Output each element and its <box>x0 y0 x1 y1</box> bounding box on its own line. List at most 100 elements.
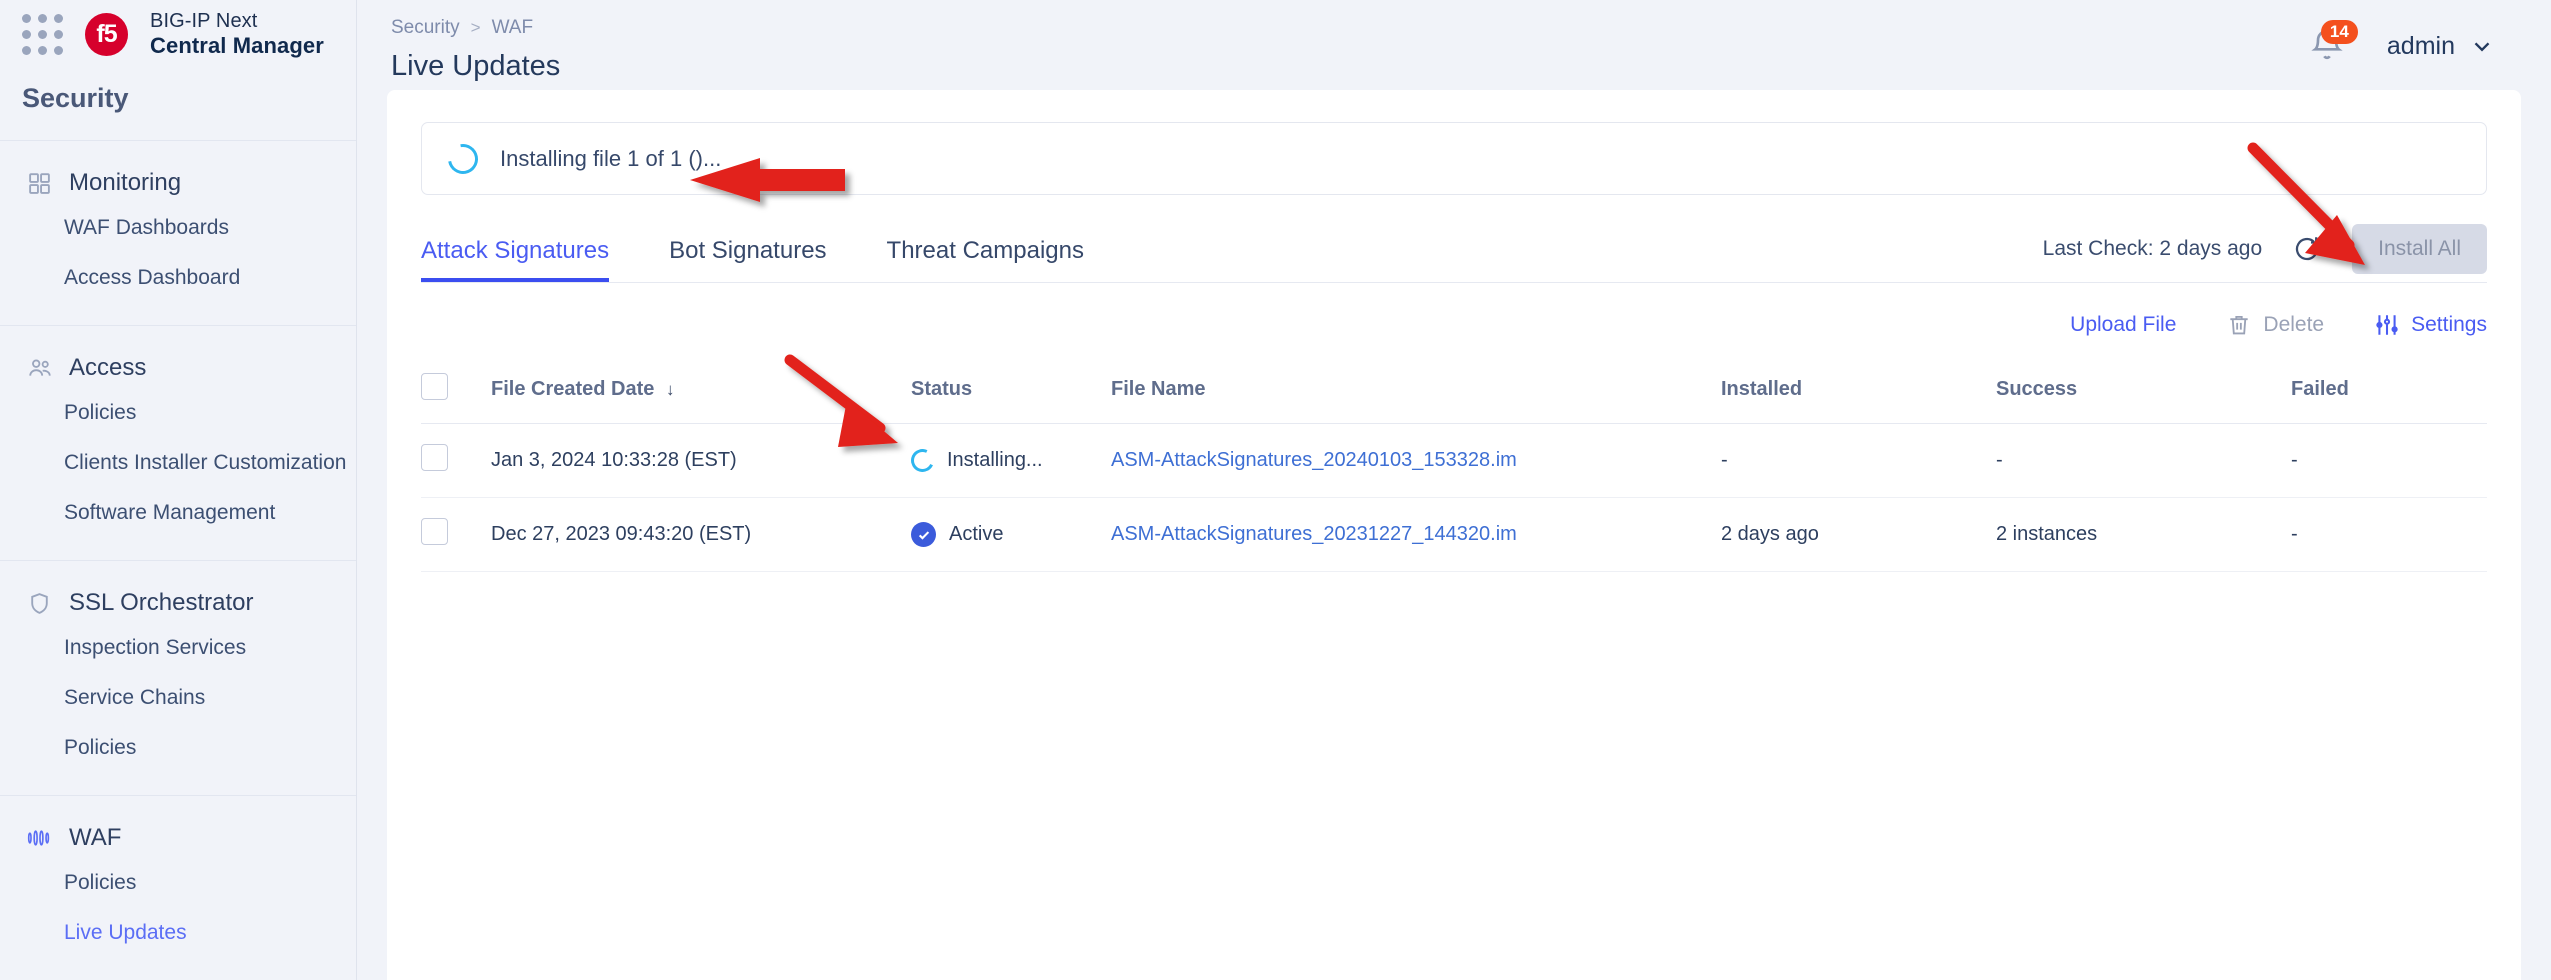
user-name: admin <box>2386 31 2455 60</box>
table-body: Jan 3, 2024 10:33:28 (EST) Installing...… <box>421 423 2487 572</box>
row-installed: 2 days ago <box>1721 497 1996 572</box>
column-file-name[interactable]: File Name <box>1111 373 1721 424</box>
dashboard-grid-icon <box>26 170 53 197</box>
status-badge: Active <box>911 522 1111 547</box>
sidebar-item-label: Monitoring <box>69 169 182 196</box>
sidebar-item-ssl-orchestrator[interactable]: SSL Orchestrator <box>0 583 356 623</box>
install-progress-banner: Installing file 1 of 1 ()... <box>421 122 2487 195</box>
refresh-button[interactable] <box>2290 232 2324 266</box>
row-checkbox[interactable] <box>421 518 448 545</box>
notification-count-badge: 14 <box>2320 20 2358 45</box>
sidebar-item-waf-policies[interactable]: Policies <box>0 858 356 908</box>
main-area: Security > WAF Live Updates 14 admin Ins… <box>357 0 2551 980</box>
sidebar-item-clients-installer-customization[interactable]: Clients Installer Customization <box>0 438 356 488</box>
upload-file-button[interactable]: Upload File <box>2070 313 2176 337</box>
table-row[interactable]: Jan 3, 2024 10:33:28 (EST) Installing...… <box>421 423 2487 498</box>
sidebar-group-monitoring: Monitoring WAF Dashboards Access Dashboa… <box>0 140 356 325</box>
delete-button[interactable]: Delete <box>2226 312 2324 338</box>
breadcrumb-waf[interactable]: WAF <box>492 17 534 39</box>
brand-line-1: BIG-IP Next <box>150 9 258 32</box>
breadcrumb-separator-icon: > <box>470 18 481 37</box>
sidebar-item-label: SSL Orchestrator <box>69 589 254 616</box>
top-bar: Security > WAF Live Updates 14 admin <box>357 0 2551 90</box>
loading-spinner-icon <box>442 137 484 180</box>
status-label: Active <box>949 523 1004 545</box>
page-title: Live Updates <box>391 50 561 82</box>
column-success[interactable]: Success <box>1996 373 2291 424</box>
brand-line-2: Central Manager <box>150 33 324 59</box>
sidebar-item-inspection-services[interactable]: Inspection Services <box>0 623 356 673</box>
tab-attack-signatures[interactable]: Attack Signatures <box>421 237 610 282</box>
select-all-header <box>421 373 491 424</box>
app-grid-icon[interactable] <box>22 14 63 55</box>
column-status[interactable]: Status <box>911 373 1111 424</box>
sidebar-group-access: Access Policies Clients Installer Custom… <box>0 325 356 560</box>
loading-spinner-icon <box>907 445 938 476</box>
user-menu[interactable]: admin <box>2387 32 2495 61</box>
row-status-cell: Installing... <box>907 423 1111 498</box>
row-installed: - <box>1721 423 1996 498</box>
sidebar-item-access-policies[interactable]: Policies <box>0 388 356 438</box>
row-date: Jan 3, 2024 10:33:28 (EST) <box>491 423 911 498</box>
top-bar-right: 14 admin <box>2307 0 2551 66</box>
table-header-row: File Created Date ↓ Status File Name Ins… <box>421 373 2487 424</box>
row-status-cell: Active <box>911 497 1111 572</box>
sidebar-item-software-management[interactable]: Software Management <box>0 488 356 538</box>
sidebar-item-waf-dashboards[interactable]: WAF Dashboards <box>0 203 356 253</box>
sidebar-item-service-chains[interactable]: Service Chains <box>0 673 356 723</box>
row-success: 2 instances <box>1996 497 2291 572</box>
sidebar-item-sslo-policies[interactable]: Policies <box>0 723 356 773</box>
row-success: - <box>1996 423 2291 498</box>
live-updates-table: File Created Date ↓ Status File Name Ins… <box>421 373 2487 572</box>
sidebar-item-live-updates[interactable]: Live Updates <box>0 908 356 958</box>
last-check-label: Last Check: 2 days ago <box>2042 237 2263 260</box>
sidebar-item-access[interactable]: Access <box>0 348 356 388</box>
chevron-down-icon <box>2474 42 2490 52</box>
tab-threat-campaigns[interactable]: Threat Campaigns <box>887 237 1084 282</box>
sidebar-item-waf[interactable]: WAF <box>0 818 356 858</box>
f5-logo-icon: f5 <box>85 13 128 56</box>
row-failed: - <box>2291 423 2487 498</box>
status-badge: Installing... <box>907 445 1111 476</box>
sidebar-group-ssl-orchestrator: SSL Orchestrator Inspection Services Ser… <box>0 560 356 795</box>
select-all-checkbox[interactable] <box>421 373 448 400</box>
sidebar-item-label: WAF <box>69 824 122 851</box>
sidebar-item-label: Access <box>69 354 147 381</box>
row-failed: - <box>2291 497 2487 572</box>
sidebar-item-monitoring[interactable]: Monitoring <box>0 163 356 203</box>
breadcrumb-security[interactable]: Security <box>391 17 460 39</box>
file-name-link[interactable]: ASM-AttackSignatures_20240103_153328.im <box>1111 449 1517 471</box>
users-icon <box>26 355 53 382</box>
tab-bot-signatures[interactable]: Bot Signatures <box>669 237 826 282</box>
settings-button[interactable]: Settings <box>2374 312 2487 338</box>
brand-title: BIG-IP Next Central Manager <box>150 10 324 60</box>
sidebar-item-access-dashboard[interactable]: Access Dashboard <box>0 253 356 303</box>
file-name-link[interactable]: ASM-AttackSignatures_20231227_144320.im <box>1111 523 1517 545</box>
brand-header: f5 BIG-IP Next Central Manager <box>0 0 356 69</box>
row-checkbox[interactable] <box>421 444 448 471</box>
sort-descending-icon: ↓ <box>665 380 675 399</box>
content-panel: Installing file 1 of 1 ()... Attack Sign… <box>387 90 2521 980</box>
refresh-icon <box>2296 237 2319 261</box>
upload-file-label: Upload File <box>2070 313 2177 336</box>
row-select-cell <box>421 497 491 572</box>
sliders-icon <box>2376 315 2398 335</box>
column-failed[interactable]: Failed <box>2291 373 2487 424</box>
notifications-button[interactable]: 14 <box>2307 20 2358 66</box>
status-label: Installing... <box>947 449 1043 471</box>
check-circle-icon <box>911 522 936 547</box>
install-all-button[interactable]: Install All <box>2352 224 2487 274</box>
column-label: File Created Date <box>491 378 655 400</box>
row-date: Dec 27, 2023 09:43:20 (EST) <box>491 497 911 572</box>
install-progress-message: Installing file 1 of 1 ()... <box>500 145 722 171</box>
sidebar: f5 BIG-IP Next Central Manager Security … <box>0 0 357 980</box>
row-select-cell <box>421 423 491 498</box>
settings-label: Settings <box>2411 313 2487 336</box>
tab-bar: Attack Signatures Bot Signatures Threat … <box>421 224 2487 283</box>
column-file-created-date[interactable]: File Created Date ↓ <box>491 373 911 424</box>
column-installed[interactable]: Installed <box>1721 373 1996 424</box>
tab-bar-right: Last Check: 2 days ago Install All <box>2043 224 2487 282</box>
sidebar-section-title: Security <box>22 83 129 113</box>
table-row[interactable]: Dec 27, 2023 09:43:20 (EST) Active ASM-A… <box>421 497 2487 572</box>
row-file-name-cell: ASM-AttackSignatures_20240103_153328.im <box>1111 423 1721 498</box>
